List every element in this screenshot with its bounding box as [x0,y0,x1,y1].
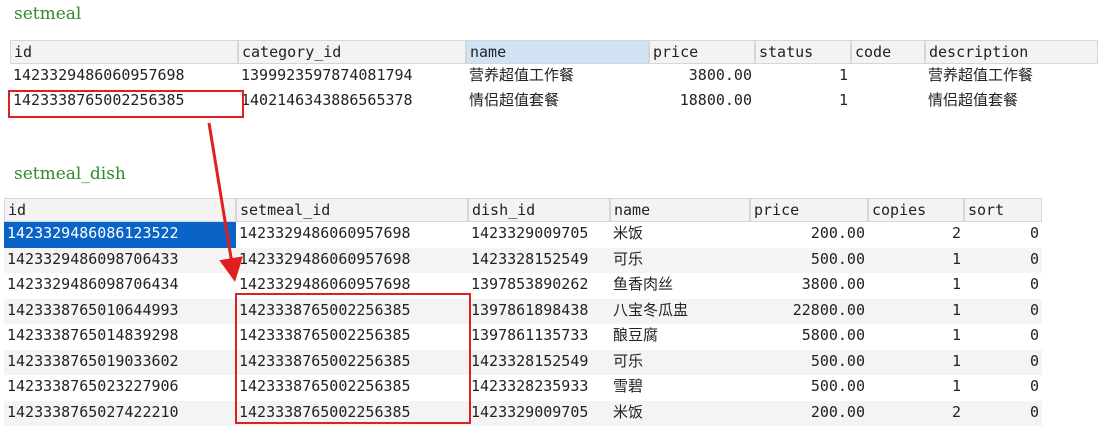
relation-arrow [207,122,243,282]
